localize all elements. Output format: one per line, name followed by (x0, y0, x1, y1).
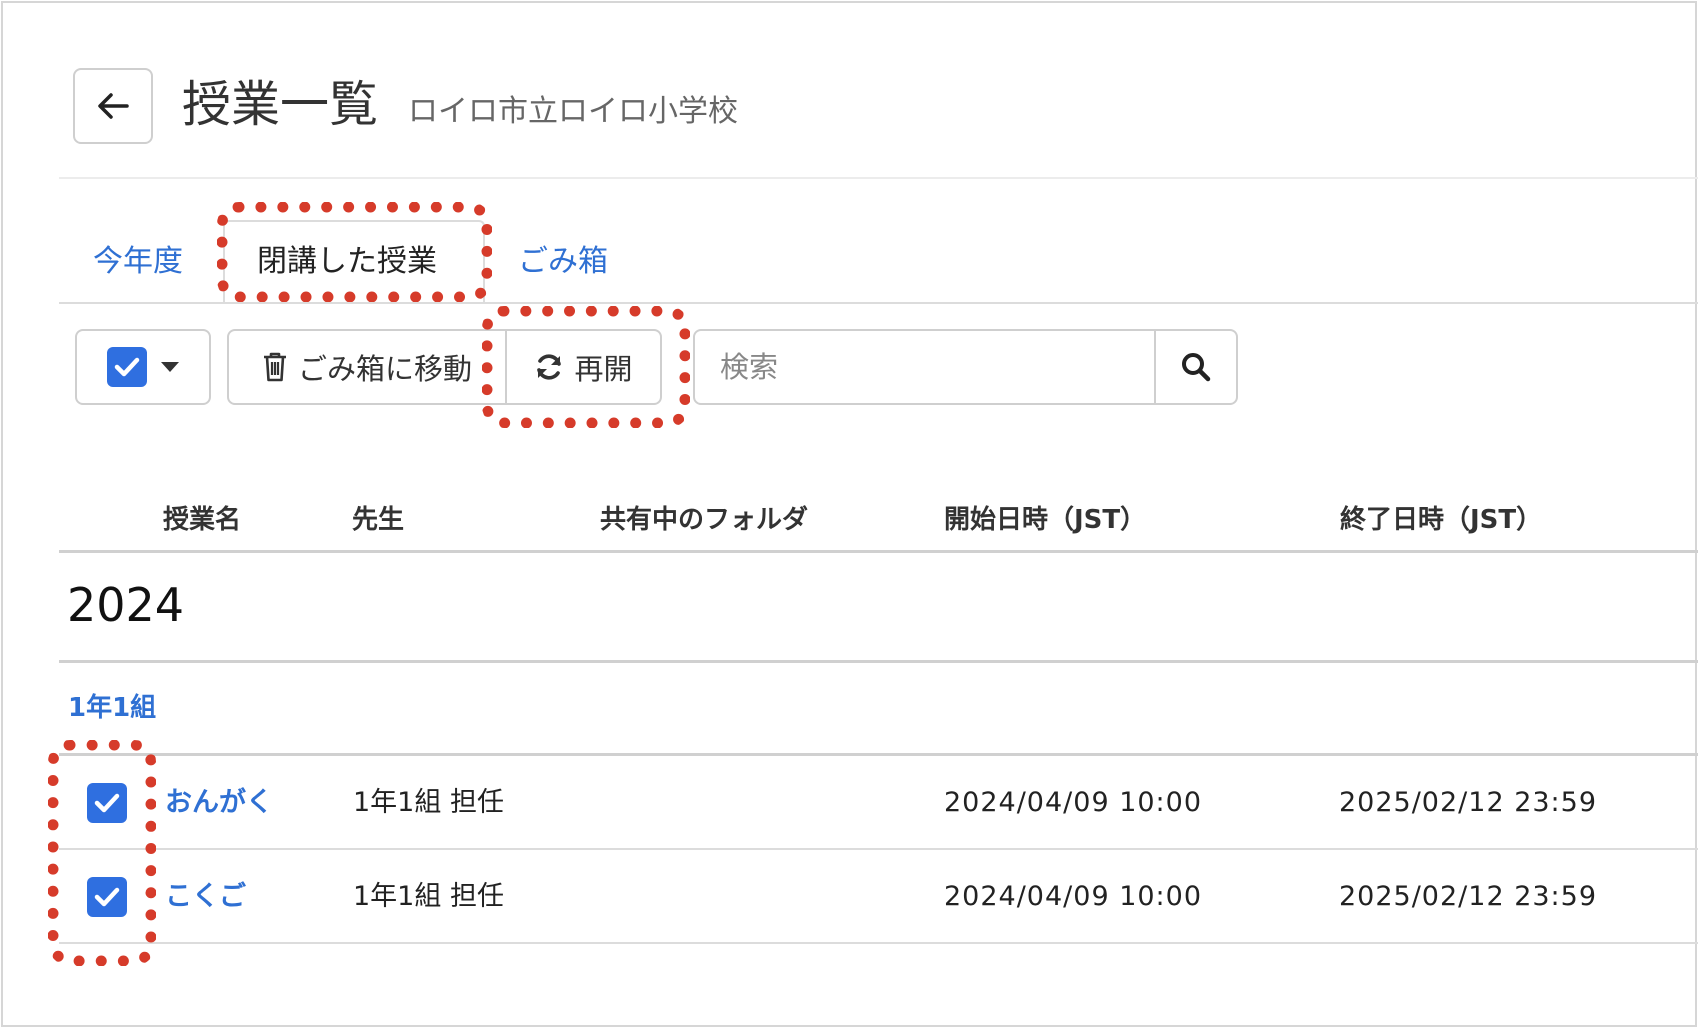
tab-this-year[interactable]: 今年度 (93, 242, 183, 282)
refresh-icon (537, 354, 562, 380)
class-name-link[interactable]: おんがく (165, 783, 273, 823)
column-header-start-date[interactable]: 開始日時（JST） (944, 500, 1146, 540)
check-icon (94, 793, 120, 813)
start-date-cell: 2024/04/09 10:00 (944, 881, 1203, 912)
tab-trash[interactable]: ごみ箱 (518, 242, 608, 282)
back-button[interactable] (73, 68, 153, 144)
start-date-cell: 2024/04/09 10:00 (944, 787, 1203, 818)
move-to-trash-button[interactable]: ごみ箱に移動 (229, 331, 507, 403)
column-header-teacher[interactable]: 先生 (352, 500, 404, 540)
row-checkbox[interactable] (87, 783, 127, 823)
trash-icon (263, 352, 286, 382)
search-input[interactable] (695, 331, 1154, 403)
table-row: こくご 1年1組 担任 2024/04/09 10:00 2025/02/12 … (59, 850, 1698, 944)
year-divider (59, 660, 1698, 663)
year-heading: 2024 (67, 578, 185, 632)
teacher-cell: 1年1組 担任 (353, 881, 504, 912)
check-icon (114, 357, 140, 377)
search-box (693, 329, 1238, 405)
school-name: ロイロ市立ロイロ小学校 (408, 94, 738, 129)
tab-closed-classes[interactable]: 閉講した授業 (257, 242, 437, 282)
class-group-link[interactable]: 1年1組 (68, 688, 156, 728)
reopen-label: 再開 (574, 352, 633, 386)
search-icon (1182, 353, 1211, 382)
action-button-group: ごみ箱に移動 再開 (227, 329, 662, 405)
column-header-end-date[interactable]: 終了日時（JST） (1340, 500, 1542, 540)
select-all-checkbox[interactable] (107, 347, 147, 387)
chevron-down-icon (161, 362, 179, 372)
move-to-trash-label: ごみ箱に移動 (297, 352, 472, 386)
reopen-button[interactable]: 再開 (507, 331, 660, 403)
tabs-divider (59, 302, 1698, 304)
class-name-link[interactable]: こくご (165, 877, 246, 917)
teacher-cell: 1年1組 担任 (353, 787, 504, 818)
end-date-cell: 2025/02/12 23:59 (1339, 881, 1598, 912)
table-row: おんがく 1年1組 担任 2024/04/09 10:00 2025/02/12… (59, 756, 1698, 850)
column-header-shared-folder[interactable]: 共有中のフォルダ (600, 500, 808, 540)
arrow-left-icon (98, 93, 129, 119)
header-divider (59, 177, 1698, 179)
row-checkbox[interactable] (87, 877, 127, 917)
page-title: 授業一覧 (182, 76, 379, 133)
column-header-class-name[interactable]: 授業名 (163, 500, 241, 540)
end-date-cell: 2025/02/12 23:59 (1339, 787, 1598, 818)
table-header-divider (59, 550, 1698, 553)
search-button[interactable] (1154, 331, 1236, 403)
select-all-dropdown[interactable] (75, 329, 211, 405)
check-icon (94, 887, 120, 907)
